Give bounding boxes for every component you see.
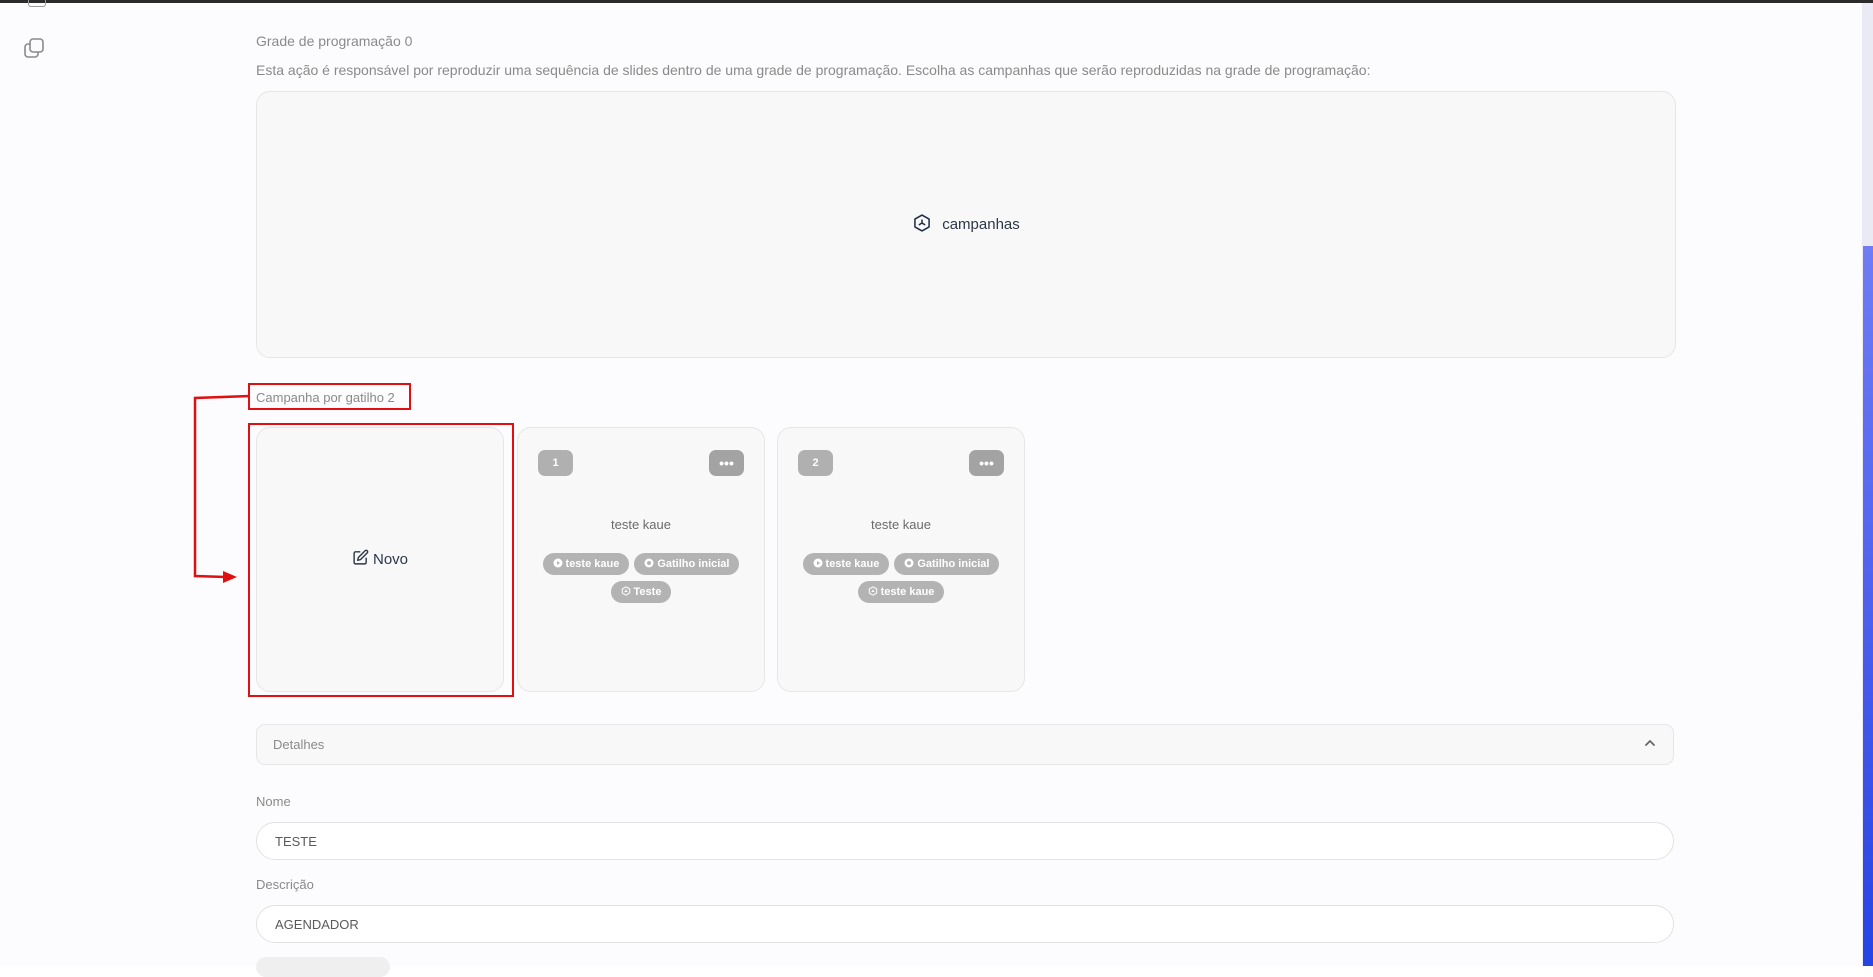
card-number-badge: 2 <box>798 450 833 476</box>
details-label: Detalhes <box>273 737 325 752</box>
program-grid-title: Grade de programação 0 <box>256 33 413 49</box>
card-menu-button[interactable]: ••• <box>969 450 1004 476</box>
program-grid-description: Esta ação é responsável por reproduzir u… <box>256 62 1371 78</box>
record-icon <box>644 558 654 571</box>
campaigns-label: campanhas <box>942 216 1020 233</box>
edit-icon <box>352 549 369 570</box>
trigger-campaign-card[interactable]: 1 ••• teste kaue teste kaue Gatilho inic… <box>517 427 765 692</box>
trigger-campaign-card[interactable]: 2 ••• teste kaue teste kaue Gatilho inic… <box>777 427 1025 692</box>
details-accordion[interactable]: Detalhes <box>256 724 1674 765</box>
play-icon <box>553 558 563 571</box>
campaigns-button[interactable]: campanhas <box>256 91 1676 358</box>
record-icon <box>904 558 914 571</box>
campaign-chip: teste kaue <box>802 553 890 575</box>
description-input[interactable] <box>256 905 1674 943</box>
chip-label: teste kaue <box>565 558 620 570</box>
sidebar-partial-icon[interactable] <box>28 0 46 7</box>
chip-label: Gatilho inicial <box>657 558 730 570</box>
trigger-chip: Gatilho inicial <box>634 553 740 575</box>
cube-icon <box>912 213 932 237</box>
bottom-partial-button[interactable] <box>256 957 390 977</box>
campaign-chip: teste kaue <box>542 553 630 575</box>
card-name: teste kaue <box>611 517 671 532</box>
new-trigger-campaign-card[interactable]: Novo <box>256 427 504 692</box>
cube-icon <box>621 585 631 599</box>
trigger-campaign-title: Campanha por gatilho 2 <box>256 390 395 405</box>
chip-label: Teste <box>633 586 662 598</box>
name-label: Nome <box>256 794 291 809</box>
copy-icon[interactable] <box>22 36 50 64</box>
chip-label: teste kaue <box>880 586 935 598</box>
new-label: Novo <box>372 551 409 568</box>
chevron-up-icon[interactable] <box>1643 736 1657 753</box>
card-name: teste kaue <box>871 517 931 532</box>
card-chips: teste kaue Gatilho inicial teste kaue <box>786 553 1016 603</box>
description-label: Descrição <box>256 877 314 892</box>
cube-icon <box>868 585 878 599</box>
card-chips: teste kaue Gatilho inicial Teste <box>526 553 756 603</box>
name-input[interactable] <box>256 822 1674 860</box>
scrollbar-thumb[interactable] <box>1863 246 1873 966</box>
trigger-chip: Gatilho inicial <box>894 553 1000 575</box>
slide-chip: teste kaue <box>857 581 945 603</box>
chip-label: teste kaue <box>825 558 880 570</box>
play-icon <box>813 558 823 571</box>
card-menu-button[interactable]: ••• <box>709 450 744 476</box>
slide-chip: Teste <box>610 581 672 603</box>
card-number-badge: 1 <box>538 450 573 476</box>
chip-label: Gatilho inicial <box>917 558 990 570</box>
